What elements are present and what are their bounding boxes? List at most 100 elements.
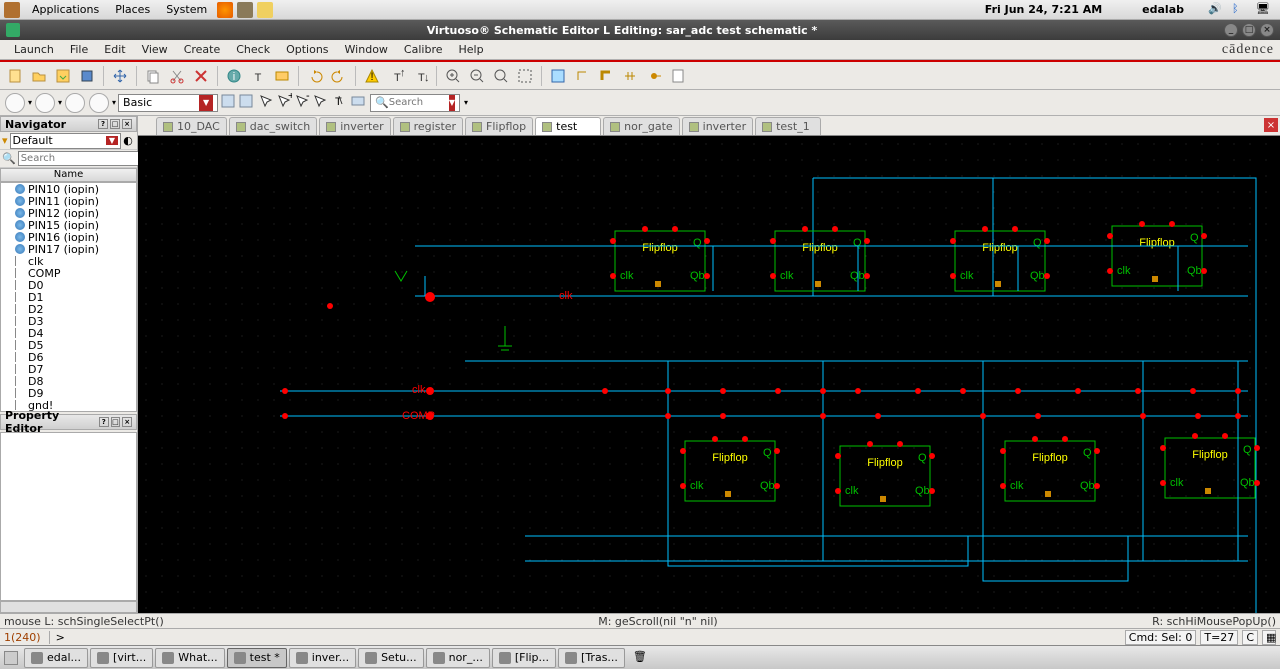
file-manager-launcher-icon[interactable] [237, 2, 253, 18]
cut-icon[interactable] [166, 65, 188, 87]
zoom-fit-icon[interactable] [490, 65, 512, 87]
tab-test[interactable]: test [535, 117, 601, 135]
tree-item[interactable]: D9 [1, 387, 136, 399]
navigator-tree[interactable]: PIN10 (iopin)PIN11 (iopin)PIN12 (iopin)P… [0, 182, 137, 412]
menu-view[interactable]: View [134, 41, 176, 58]
task-button[interactable]: [virt... [90, 648, 153, 668]
menu-edit[interactable]: Edit [96, 41, 133, 58]
system-menu[interactable]: System [158, 1, 215, 18]
task-button[interactable]: test * [227, 648, 287, 668]
wire-narrow-icon[interactable] [571, 65, 593, 87]
text-size-down-icon[interactable]: T↓ [409, 65, 431, 87]
cmd-prompt[interactable]: > [49, 631, 65, 644]
places-menu[interactable]: Places [107, 1, 158, 18]
network-icon[interactable]: 🖥 [1256, 2, 1272, 18]
menu-calibre[interactable]: Calibre [396, 41, 451, 58]
nav-fwd-button[interactable] [35, 93, 55, 113]
menu-create[interactable]: Create [176, 41, 229, 58]
undo-icon[interactable] [304, 65, 326, 87]
tree-item[interactable]: D0 [1, 279, 136, 291]
volume-icon[interactable]: 🔊 [1208, 2, 1224, 18]
save-all-icon[interactable] [76, 65, 98, 87]
tab-inverter[interactable]: inverter [682, 117, 753, 135]
tree-item[interactable]: PIN15 (iopin) [1, 219, 136, 231]
task-button[interactable]: edal... [24, 648, 88, 668]
trash-icon[interactable]: 🗑 [633, 650, 649, 666]
tree-item[interactable]: D3 [1, 315, 136, 327]
search-box[interactable]: 🔍 ▼ [370, 94, 460, 112]
tab-dac_switch[interactable]: dac_switch [229, 117, 317, 135]
tree-item[interactable]: PIN12 (iopin) [1, 207, 136, 219]
tab-nor_gate[interactable]: nor_gate [603, 117, 680, 135]
text-size-up-icon[interactable]: T↑ [385, 65, 407, 87]
nav-back-button[interactable] [5, 93, 25, 113]
open-icon[interactable] [28, 65, 50, 87]
menu-launch[interactable]: Launch [6, 41, 62, 58]
task-button[interactable]: [Tras... [558, 648, 625, 668]
info-icon[interactable]: i [223, 65, 245, 87]
firefox-launcher-icon[interactable] [217, 2, 233, 18]
tab-flipflop[interactable]: Flipflop [465, 117, 533, 135]
select-text-icon[interactable]: T [330, 93, 346, 112]
navigator-column-header[interactable]: Name [0, 168, 137, 182]
close-button[interactable]: × [1260, 23, 1274, 37]
tree-item[interactable]: D7 [1, 363, 136, 375]
tree-item[interactable]: PIN11 (iopin) [1, 195, 136, 207]
tab-register[interactable]: register [393, 117, 463, 135]
tree-item[interactable]: COMP [1, 267, 136, 279]
tree-item[interactable]: D6 [1, 351, 136, 363]
filter-combo[interactable]: Basic▼ [118, 94, 218, 112]
net-icon[interactable] [619, 65, 641, 87]
prop-help-button[interactable]: ? [99, 417, 109, 427]
navigator-filter-select[interactable]: Default▼ [10, 133, 121, 149]
schematic-canvas[interactable]: FlipflopclkQQbFlipflopclkQQbFlipflopclkQ… [138, 136, 1280, 613]
delete-icon[interactable] [190, 65, 212, 87]
menu-help[interactable]: Help [451, 41, 492, 58]
copy-icon[interactable] [142, 65, 164, 87]
navigator-undock-button[interactable]: □ [110, 119, 120, 129]
tree-item[interactable]: D1 [1, 291, 136, 303]
prop-undock-button[interactable]: □ [111, 417, 121, 427]
notes-launcher-icon[interactable] [257, 2, 273, 18]
select-all-icon[interactable] [312, 93, 328, 112]
menu-file[interactable]: File [62, 41, 96, 58]
select-sub-icon[interactable]: - [294, 93, 310, 112]
tree-item[interactable]: D8 [1, 375, 136, 387]
tree-item[interactable]: D5 [1, 339, 136, 351]
tab-test_1[interactable]: test_1 [755, 117, 821, 135]
menu-check[interactable]: Check [228, 41, 278, 58]
redo-icon[interactable] [328, 65, 350, 87]
tab-inverter[interactable]: inverter [319, 117, 390, 135]
show-desktop-button[interactable] [4, 651, 18, 665]
clock[interactable]: Fri Jun 24, 7:21 AM [985, 3, 1102, 16]
menu-window[interactable]: Window [337, 41, 396, 58]
sidebar-scrollbar[interactable] [0, 601, 137, 613]
filter-add-icon[interactable] [220, 93, 236, 112]
cmd-extra-button[interactable]: ▦ [1262, 630, 1276, 645]
wire-wide-icon[interactable] [595, 65, 617, 87]
prop-close-button[interactable]: × [122, 417, 132, 427]
search-input[interactable] [389, 97, 449, 108]
text-icon[interactable]: T [247, 65, 269, 87]
minimize-button[interactable]: _ [1224, 23, 1238, 37]
sheet-icon[interactable] [667, 65, 689, 87]
select-icon[interactable] [258, 93, 274, 112]
task-button[interactable]: nor_... [426, 648, 490, 668]
maximize-button[interactable]: □ [1242, 23, 1256, 37]
navigator-help-button[interactable]: ? [98, 119, 108, 129]
move-icon[interactable] [109, 65, 131, 87]
filter-funnel-icon[interactable]: ▾ [2, 134, 8, 147]
menu-options[interactable]: Options [278, 41, 336, 58]
zoom-select-icon[interactable] [514, 65, 536, 87]
tree-item[interactable]: D2 [1, 303, 136, 315]
check-icon[interactable]: ! [361, 65, 383, 87]
instance-icon[interactable] [547, 65, 569, 87]
zoom-out-icon[interactable] [466, 65, 488, 87]
nav-up-button[interactable] [65, 93, 85, 113]
zoom-in-icon[interactable] [442, 65, 464, 87]
task-button[interactable]: Setu... [358, 648, 424, 668]
new-icon[interactable] [4, 65, 26, 87]
save-icon[interactable] [52, 65, 74, 87]
tree-item[interactable]: PIN17 (iopin) [1, 243, 136, 255]
close-all-tabs-button[interactable]: × [1264, 118, 1278, 132]
